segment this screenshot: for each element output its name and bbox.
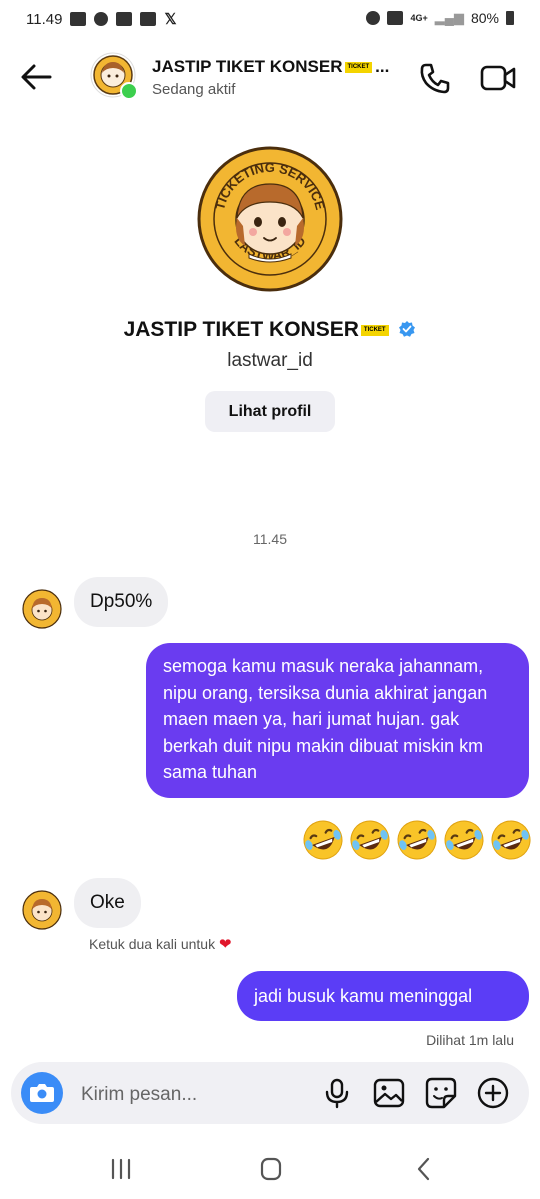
battery-level: 80% [470, 10, 499, 26]
home-icon[interactable] [251, 1154, 291, 1184]
profile-logo[interactable]: TICKETING SERVICE LASTWAR_ID [197, 146, 343, 292]
back-arrow-icon[interactable] [18, 59, 54, 95]
camera-icon [30, 1084, 54, 1102]
ticket-badge-icon: TICKET [344, 62, 373, 74]
camera-button[interactable] [21, 1072, 63, 1114]
mosque-icon [70, 12, 87, 26]
microphone-icon[interactable] [319, 1075, 355, 1111]
recent-apps-icon[interactable] [101, 1154, 141, 1184]
sender-avatar[interactable] [22, 589, 62, 629]
message-timestamp: 11.45 [253, 531, 287, 547]
status-time: 11.49 [26, 10, 63, 28]
message-input[interactable] [79, 1081, 313, 1109]
rofl-emoji-icon [444, 820, 484, 860]
rofl-emoji-icon [350, 820, 390, 860]
incoming-message[interactable]: Oke [74, 878, 141, 928]
rofl-emoji-icon [303, 820, 343, 860]
heart-icon: ❤ [218, 936, 232, 953]
battery-icon [506, 11, 514, 25]
active-status: Sedang aktif [152, 81, 236, 98]
header-name[interactable]: JASTIP TIKET KONSER TICKET... [152, 57, 389, 77]
network-label: 4G+ [410, 13, 428, 23]
x-icon: 𝕏 [164, 11, 177, 28]
system-back-icon[interactable] [404, 1154, 444, 1184]
emoji-message[interactable]: 🤣🤣🤣🤣🤣 [300, 818, 534, 862]
phone-call-icon[interactable] [418, 61, 452, 95]
alarm-icon [366, 11, 381, 25]
header-avatar[interactable] [90, 52, 138, 100]
profile-name: JASTIP TIKET KONSER TICKET [0, 318, 540, 342]
video-call-icon[interactable] [480, 61, 516, 95]
signal-icon: ▂▄▆ [434, 10, 464, 25]
system-nav-bar [0, 1140, 540, 1199]
profile-handle: lastwar_id [227, 350, 313, 371]
message-composer [11, 1062, 529, 1124]
online-indicator [120, 82, 138, 100]
view-profile-button[interactable]: Lihat profil [205, 391, 335, 432]
mute-icon [387, 11, 404, 25]
chat-header: JASTIP TIKET KONSER TICKET... Sedang akti… [0, 45, 540, 111]
double-tap-hint: Ketuk dua kali untuk ❤ [89, 936, 232, 953]
cloud-icon [94, 12, 109, 26]
check-icon [116, 12, 133, 26]
incoming-message[interactable]: Dp50% [74, 577, 169, 627]
status-bar: 11.49 𝕏 4G+ ▂▄▆ 80% [0, 0, 540, 40]
sticker-icon[interactable] [423, 1075, 459, 1111]
verified-badge-icon [399, 321, 416, 337]
seen-status: Dilihat 1m lalu [426, 1032, 514, 1048]
sender-avatar[interactable] [22, 890, 62, 930]
ticket-badge-icon: TICKET [360, 324, 389, 336]
rofl-emoji-icon [491, 820, 531, 860]
telegram-icon [140, 12, 157, 26]
outgoing-message[interactable]: jadi busuk kamu meninggal [237, 971, 529, 1021]
gallery-icon[interactable] [371, 1075, 407, 1111]
add-icon[interactable] [475, 1075, 511, 1111]
outgoing-message[interactable]: semoga kamu masuk neraka jahannam, nipu … [146, 643, 529, 798]
rofl-emoji-icon [397, 820, 437, 860]
